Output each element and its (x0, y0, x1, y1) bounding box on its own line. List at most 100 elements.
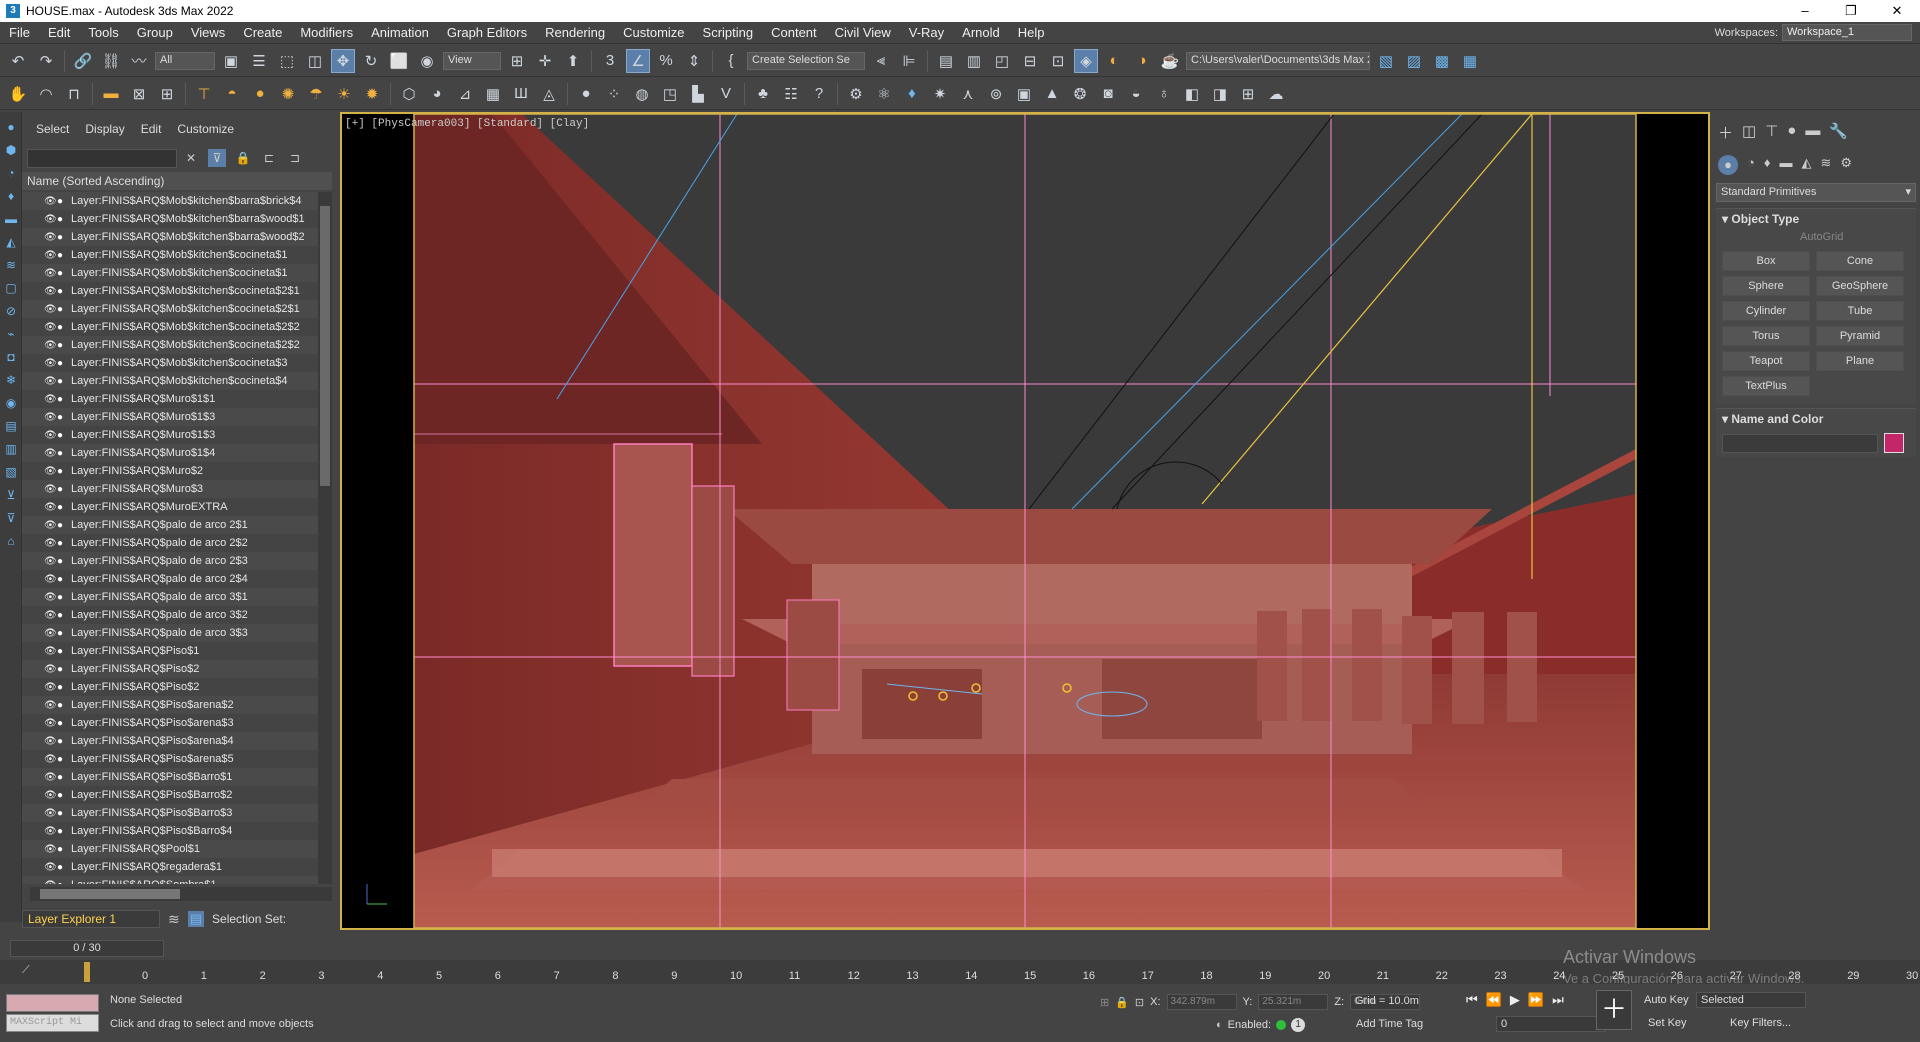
camera-viewport[interactable] (340, 112, 1710, 930)
sun-icon[interactable]: ☀ (332, 82, 356, 106)
visibility-eye-icon[interactable]: 👁 (44, 826, 57, 837)
info-icon[interactable]: 1 (1291, 1018, 1306, 1032)
layer-dot-icon[interactable]: ● (57, 574, 71, 585)
restore-button[interactable]: ❐ (1828, 0, 1874, 22)
menu-file[interactable]: File (0, 25, 39, 40)
display-frozen-icon[interactable]: ❄ (3, 372, 19, 388)
maxscript-output[interactable] (6, 994, 99, 1012)
grid-icon[interactable]: ⊞ (1236, 82, 1260, 106)
arnold-shader-icon[interactable]: ◙ (1096, 82, 1120, 106)
layer-row[interactable]: 👁 ● Layer:FINIS$ARQ$Pool$1 (22, 840, 318, 858)
search-input[interactable] (27, 149, 177, 168)
visibility-eye-icon[interactable]: 👁 (44, 412, 57, 423)
menu-arnold[interactable]: Arnold (953, 25, 1009, 40)
menu-rendering[interactable]: Rendering (536, 25, 614, 40)
hand-icon[interactable]: ✋ (6, 82, 30, 106)
percent-snap-icon[interactable]: % (654, 49, 678, 73)
sequence-icon[interactable]: ⊞ (155, 82, 179, 106)
layer-row[interactable]: 👁 ● Layer:FINIS$ARQ$palo de arco 2$3 (22, 552, 318, 570)
project-set-icon[interactable]: ▩ (1430, 49, 1454, 73)
arnold-vol-icon[interactable]: ▣ (1012, 82, 1036, 106)
snap-toggle-icon[interactable]: 3 (598, 49, 622, 73)
layer-row[interactable]: 👁 ● Layer:FINIS$ARQ$Piso$Barro$1 (22, 768, 318, 786)
visibility-eye-icon[interactable]: 👁 (44, 214, 57, 225)
visibility-eye-icon[interactable]: 👁 (44, 394, 57, 405)
layer-row[interactable]: 👁 ● Layer:FINIS$ARQ$palo de arco 3$2 (22, 606, 318, 624)
arnold-mesh-icon[interactable]: ⊚ (984, 82, 1008, 106)
layer-row[interactable]: 👁 ● Layer:FINIS$ARQ$palo de arco 2$2 (22, 534, 318, 552)
rendered-frame-icon[interactable]: ◐ (1102, 49, 1126, 73)
lights-icon[interactable]: ♦ (1764, 155, 1771, 175)
layer-dot-icon[interactable]: ● (57, 340, 71, 351)
layer-row[interactable]: 👁 ● Layer:FINIS$ARQ$Piso$arena$2 (22, 696, 318, 714)
tab-customize[interactable]: Customize (177, 122, 234, 136)
layer-row[interactable]: 👁 ● Layer:FINIS$ARQ$Muro$1$1 (22, 390, 318, 408)
menu-scripting[interactable]: Scripting (694, 25, 763, 40)
visibility-eye-icon[interactable]: 👁 (44, 718, 57, 729)
layer-manager-icon[interactable]: ▤ (934, 49, 958, 73)
layer-dot-icon[interactable]: ● (57, 736, 71, 747)
isolate-icon[interactable]: ⊞ (1100, 996, 1109, 1009)
manipulate-icon[interactable]: ⬆ (561, 49, 585, 73)
filter-icon[interactable]: ⊽ (3, 510, 19, 526)
layer-row[interactable]: 👁 ● Layer:FINIS$ARQ$Mob$kitchen$cocineta$3 (22, 354, 318, 372)
place-icon[interactable]: ◉ (415, 49, 439, 73)
menu-help[interactable]: Help (1009, 25, 1054, 40)
curve-toggle-icon[interactable]: ⟋ (22, 964, 30, 977)
layer-row[interactable]: 👁 ● Layer:FINIS$ARQ$palo de arco 3$3 (22, 624, 318, 642)
edit-named-sel-icon[interactable]: { (719, 49, 743, 73)
visibility-eye-icon[interactable]: 👁 (44, 574, 57, 585)
frame-spinner[interactable]: 0 (1496, 1016, 1606, 1032)
key-mode-icon[interactable]: ✛ (533, 49, 557, 73)
menu-create[interactable]: Create (234, 25, 291, 40)
move-icon[interactable]: ✥ (331, 48, 355, 73)
curve-editor-icon[interactable]: ◰ (990, 49, 1014, 73)
display-xrefs-icon[interactable]: ⊘ (3, 303, 19, 319)
render-production-icon[interactable]: ◑ (1130, 49, 1154, 73)
material-lib-icon[interactable]: ⁘ (602, 82, 626, 106)
hierarchy-tab-icon[interactable]: ⊤ (1765, 122, 1778, 143)
menu-animation[interactable]: Animation (362, 25, 438, 40)
menu-tools[interactable]: Tools (79, 25, 127, 40)
layer-dot-icon[interactable]: ● (57, 430, 71, 441)
layer-row[interactable]: 👁 ● Layer:FINIS$ARQ$Mob$kitchen$cocineta$2… (22, 300, 318, 318)
display-lights-icon[interactable]: ♦ (3, 188, 19, 204)
display-none2-icon[interactable]: ▥ (3, 441, 19, 457)
layer-row[interactable]: 👁 ● Layer:FINIS$ARQ$Muro$1$3 (22, 408, 318, 426)
align-icon[interactable]: ⊫ (897, 49, 921, 73)
unlink-icon[interactable]: ⛓ (99, 49, 123, 73)
layer-row[interactable]: 👁 ● Layer:FINIS$ARQ$Piso$Barro$4 (22, 822, 318, 840)
visibility-eye-icon[interactable]: 👁 (44, 862, 57, 873)
script-list-icon[interactable]: ☷ (779, 82, 803, 106)
layer-row[interactable]: 👁 ● Layer:FINIS$ARQ$Piso$arena$5 (22, 750, 318, 768)
box-button[interactable]: Box (1722, 251, 1810, 271)
object-type-header[interactable]: ▾ Object Type (1716, 209, 1916, 229)
layer-dot-icon[interactable]: ● (57, 700, 71, 711)
briefcase-icon[interactable]: ⊠ (127, 82, 151, 106)
tab-display[interactable]: Display (85, 122, 124, 136)
minimize-button[interactable]: – (1782, 0, 1828, 22)
layer-dot-icon[interactable]: ● (57, 790, 71, 801)
visibility-eye-icon[interactable]: 👁 (44, 322, 57, 333)
menu-content[interactable]: Content (762, 25, 826, 40)
arnold-proc-icon[interactable]: ▲ (1040, 82, 1064, 106)
help-icon[interactable]: ? (807, 82, 831, 106)
horizontal-scrollbar[interactable] (30, 887, 332, 901)
menu-graph-editors[interactable]: Graph Editors (438, 25, 536, 40)
display-tab-icon[interactable]: ▬ (1805, 122, 1820, 143)
scale-icon[interactable]: ⬜ (387, 49, 411, 73)
dome-light-icon[interactable]: ◓ (220, 82, 244, 106)
material-editor-icon[interactable]: ⊡ (1046, 49, 1070, 73)
display-groups-icon[interactable]: ▢ (3, 280, 19, 296)
goto-end-icon[interactable]: ⏭ (1552, 992, 1564, 1008)
bulb-icon[interactable]: ♁ (1152, 82, 1176, 106)
container-icon[interactable]: ⊓ (62, 82, 86, 106)
material-picker-icon[interactable]: ◍ (630, 82, 654, 106)
object-color-swatch[interactable] (1884, 433, 1904, 453)
ambient-light-icon[interactable]: ✹ (360, 82, 384, 106)
menu-vray[interactable]: V-Ray (900, 25, 953, 40)
arnold-ass-icon[interactable]: ❂ (1068, 82, 1092, 106)
mesh-light-icon[interactable]: ✺ (276, 82, 300, 106)
cylinder-button[interactable]: Cylinder (1722, 301, 1810, 321)
set-key-button[interactable]: Set Key (1648, 1017, 1687, 1029)
